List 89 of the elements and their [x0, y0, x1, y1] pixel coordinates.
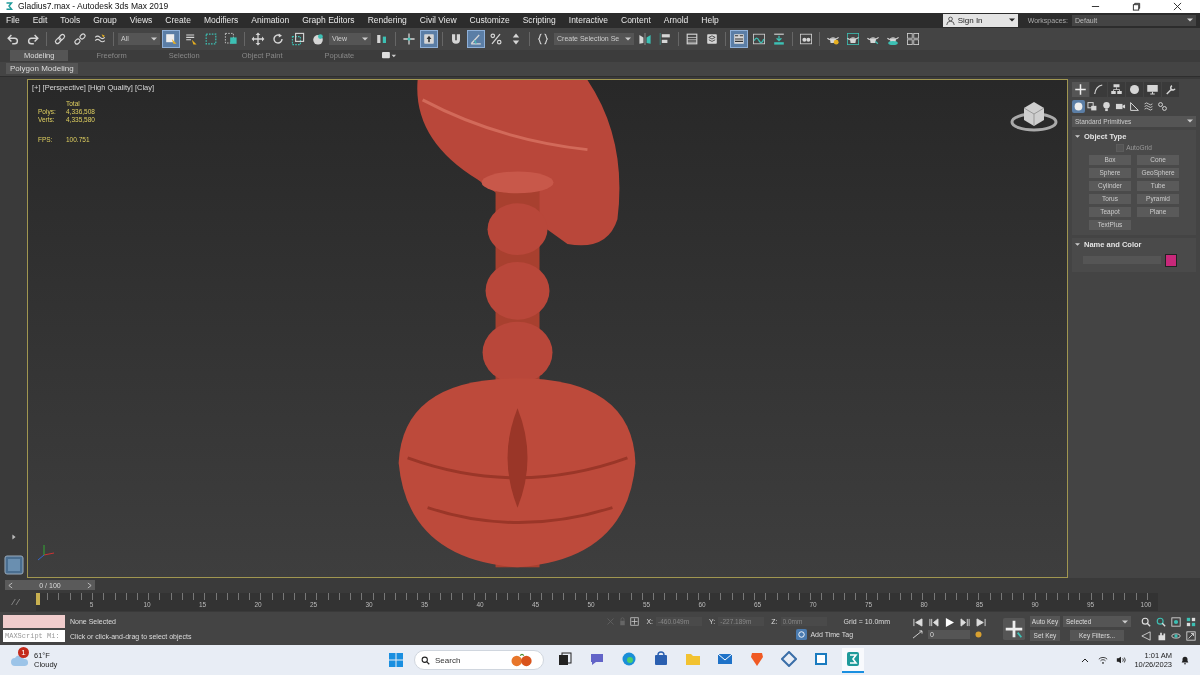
- menu-item[interactable]: Rendering: [367, 15, 407, 26]
- viewport-tab-icon[interactable]: [3, 555, 24, 576]
- diamond-icon[interactable]: [781, 650, 797, 667]
- menu-item[interactable]: Content: [621, 15, 651, 26]
- search-field[interactable]: Search: [435, 655, 503, 665]
- menu-item[interactable]: Views: [129, 15, 153, 26]
- speaker-icon[interactable]: [1116, 655, 1127, 666]
- shield-icon[interactable]: [749, 650, 765, 667]
- collapse-icon[interactable]: [1075, 133, 1080, 139]
- go-to-start-icon[interactable]: [912, 618, 923, 628]
- window-title: Gladius7.max - Autodesk 3ds Max 2019: [18, 1, 169, 12]
- previous-frame-icon[interactable]: [928, 618, 939, 628]
- menu-item[interactable]: Civil View: [419, 15, 457, 26]
- caret-icon: [1008, 17, 1015, 24]
- play-icon[interactable]: [944, 618, 955, 628]
- maxscript-listener-field[interactable]: [3, 615, 65, 629]
- menu-item[interactable]: Tools: [60, 15, 81, 26]
- caret-icon: [1187, 118, 1193, 125]
- caret-icon: [1187, 17, 1193, 24]
- app-logo-icon: [4, 1, 14, 12]
- shapes-icon[interactable]: [1086, 99, 1099, 113]
- ribbon-options-icon[interactable]: [382, 52, 397, 60]
- next-frame-icon[interactable]: [960, 618, 971, 628]
- menu-item[interactable]: File: [6, 15, 20, 26]
- time-config-icon[interactable]: [973, 630, 984, 640]
- monitor-icon[interactable]: [1144, 81, 1161, 97]
- menu-item[interactable]: Arnold: [663, 15, 689, 26]
- caret-icon: [362, 35, 368, 42]
- user-icon: [945, 15, 955, 25]
- menu-item[interactable]: Graph Editors: [302, 15, 355, 26]
- select-object-icon[interactable]: [162, 29, 180, 48]
- menu-item[interactable]: Help: [701, 15, 719, 26]
- app-icon[interactable]: [845, 650, 861, 667]
- menu-item[interactable]: Create: [165, 15, 191, 26]
- menu-item[interactable]: Group: [93, 15, 117, 26]
- zoom-extents-all-icon[interactable]: [1186, 616, 1196, 627]
- bulb-icon[interactable]: [1100, 99, 1113, 113]
- transform-mode-icon[interactable]: [630, 617, 640, 627]
- expand-arrow-icon[interactable]: [9, 533, 18, 542]
- next-frame-icon[interactable]: [87, 581, 92, 589]
- sphere-icon[interactable]: [1072, 99, 1085, 113]
- menu-item[interactable]: Scripting: [522, 15, 556, 26]
- caret-icon: [1122, 618, 1128, 625]
- windows-logo-icon[interactable]: [388, 652, 404, 669]
- zoom-all-icon[interactable]: [1156, 616, 1166, 627]
- frame-marker: [36, 593, 40, 606]
- close-icon[interactable]: [1173, 2, 1182, 11]
- menu-item[interactable]: Edit: [32, 15, 48, 26]
- angle-snap-icon[interactable]: [467, 29, 485, 48]
- hierarchy-icon[interactable]: [1108, 81, 1125, 97]
- caret-icon: [151, 35, 157, 42]
- color-swatch[interactable]: [1165, 253, 1177, 267]
- key-mode-icon[interactable]: [912, 630, 923, 640]
- window-icon[interactable]: [813, 650, 829, 667]
- store-bag-icon[interactable]: [653, 650, 669, 667]
- ruler-triangle-icon[interactable]: [1128, 99, 1141, 113]
- ribbon-panel-tab[interactable]: Polygon Modeling: [6, 63, 78, 75]
- waves-icon[interactable]: [1142, 99, 1155, 113]
- menu-item[interactable]: Animation: [251, 15, 290, 26]
- notification-badge: 1: [18, 647, 29, 659]
- pan-icon[interactable]: [1156, 630, 1166, 641]
- menu-item[interactable]: Customize: [469, 15, 510, 26]
- browser-icon[interactable]: [621, 650, 637, 667]
- field-of-view-icon[interactable]: [1141, 630, 1151, 641]
- go-to-end-icon[interactable]: [976, 618, 987, 628]
- zoom-icon[interactable]: [1141, 616, 1151, 627]
- caret-icon: [625, 35, 632, 42]
- plus-icon[interactable]: [1072, 81, 1089, 97]
- time-tag-icon[interactable]: [796, 629, 808, 641]
- menu-item[interactable]: Interactive: [568, 15, 608, 26]
- menu-item[interactable]: Modifiers: [203, 15, 239, 26]
- search-icon[interactable]: [421, 655, 430, 665]
- collapse-icon[interactable]: [1075, 241, 1080, 247]
- gears-icon[interactable]: [1156, 99, 1169, 113]
- task-view-icon[interactable]: [557, 650, 573, 667]
- bell-icon[interactable]: [1180, 655, 1190, 666]
- sign-in-dropdown[interactable]: Sign In: [942, 13, 1018, 27]
- wifi-icon[interactable]: [1098, 655, 1109, 666]
- curve-toggle-icon[interactable]: [10, 598, 22, 607]
- restore-icon[interactable]: [1132, 2, 1141, 11]
- ribbon-layout-icon[interactable]: [730, 29, 749, 48]
- keyboard-toggle-icon[interactable]: [420, 29, 438, 48]
- orbit-icon[interactable]: [1171, 630, 1181, 641]
- zoom-extents-icon[interactable]: [1171, 616, 1181, 627]
- set-key-icon[interactable]: [1003, 617, 1025, 640]
- cloud-icon[interactable]: [10, 653, 30, 668]
- wrench-icon[interactable]: [1162, 81, 1179, 97]
- previous-frame-icon[interactable]: [8, 581, 13, 589]
- maximize-viewport-icon[interactable]: [1186, 630, 1196, 641]
